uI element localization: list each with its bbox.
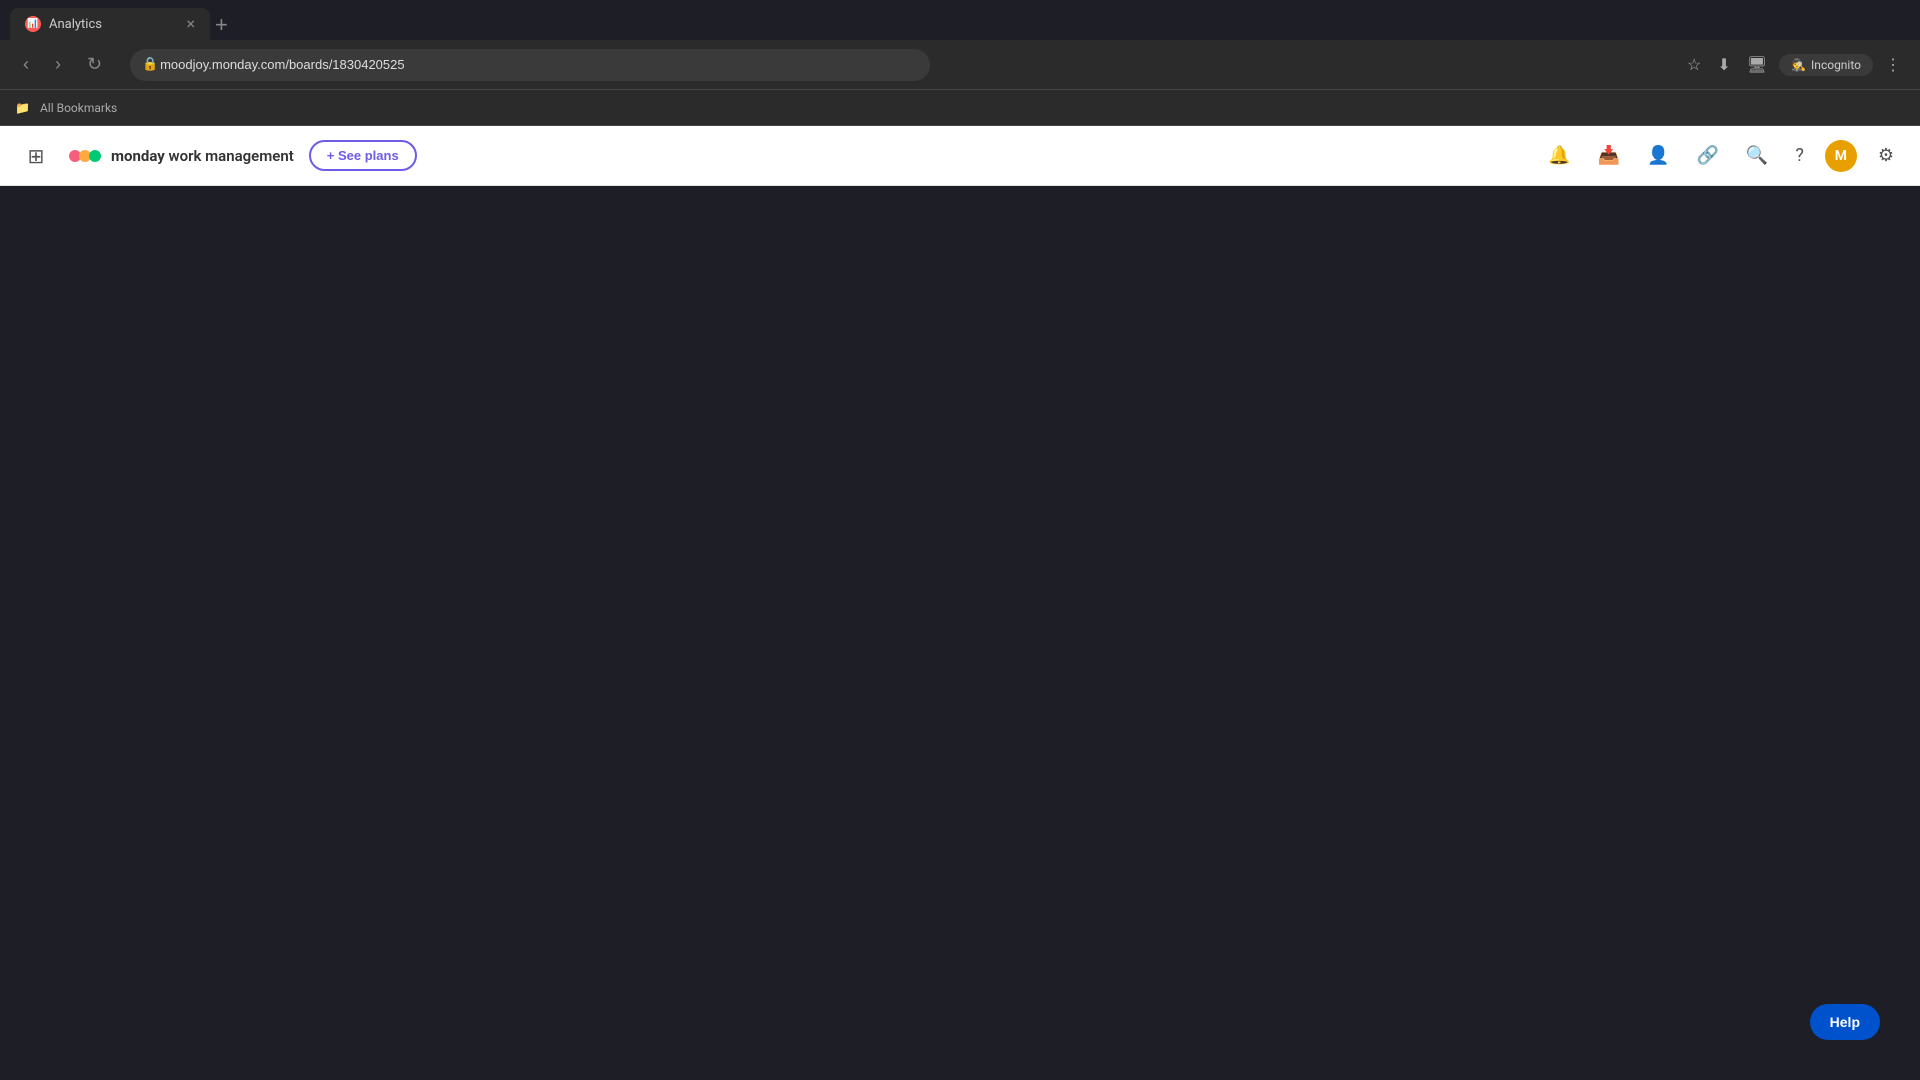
tab-close-btn[interactable]: × <box>186 16 195 32</box>
help-icon[interactable]: ? <box>1789 139 1810 172</box>
new-tab-btn[interactable]: + <box>215 12 228 38</box>
see-plans-button[interactable]: + See plans <box>309 140 417 171</box>
nav-actions: ☆ ⬇ 🖥 🕵 Incognito ⋮ <box>1683 51 1905 79</box>
help-button[interactable]: Help <box>1810 1004 1880 1040</box>
incognito-label: Incognito <box>1811 58 1861 72</box>
address-input[interactable] <box>130 49 930 81</box>
app-menu-icon[interactable]: ⊞ <box>20 140 52 172</box>
incognito-icon: 🕵 <box>1791 58 1806 72</box>
download-icon[interactable]: ⬇ <box>1713 51 1734 79</box>
refresh-btn[interactable]: ↻ <box>79 50 110 79</box>
app-logo: monday work management <box>67 138 294 174</box>
monday-logo-icon <box>67 138 103 174</box>
bookmarks-label: All Bookmarks <box>40 101 117 115</box>
integrations-icon[interactable]: 🔗 <box>1691 139 1725 172</box>
browser-nav-bar: ‹ › ↻ 🔒 ☆ ⬇ 🖥 🕵 Incognito ⋮ <box>0 40 1920 90</box>
extensions-icon[interactable]: ⋮ <box>1881 51 1905 79</box>
active-tab[interactable]: 📊 Analytics × <box>10 8 210 40</box>
address-bar-container: 🔒 <box>130 49 930 81</box>
app-topbar: ⊞ monday work management + See plans 🔔 📥… <box>0 126 1920 186</box>
back-btn[interactable]: ‹ <box>15 50 37 79</box>
notifications-icon[interactable]: 🔔 <box>1542 139 1576 172</box>
browser-tab-bar: 📊 Analytics × + <box>0 0 1920 40</box>
ssl-lock-icon: 🔒 <box>142 57 158 72</box>
cast-icon[interactable]: 🖥 <box>1743 51 1771 79</box>
app-logo-text: monday work management <box>111 147 294 165</box>
incognito-badge: 🕵 Incognito <box>1779 54 1873 76</box>
forward-btn[interactable]: › <box>47 50 69 79</box>
search-icon[interactable]: 🔍 <box>1740 139 1774 172</box>
browser-chrome: 📊 Analytics × + ‹ › ↻ 🔒 ☆ ⬇ 🖥 🕵 Incognit… <box>0 0 1920 126</box>
tab-title: Analytics <box>49 17 102 32</box>
inbox-icon[interactable]: 📥 <box>1592 139 1626 172</box>
bookmarks-bar: 📁 All Bookmarks <box>0 90 1920 126</box>
people-icon[interactable]: 👤 <box>1641 139 1675 172</box>
bookmarks-icon: 📁 <box>15 101 30 115</box>
settings-icon[interactable]: ⚙ <box>1872 139 1900 172</box>
user-avatar[interactable]: M <box>1825 140 1857 172</box>
tab-favicon: 📊 <box>25 16 41 32</box>
bookmark-star-icon[interactable]: ☆ <box>1683 51 1705 79</box>
